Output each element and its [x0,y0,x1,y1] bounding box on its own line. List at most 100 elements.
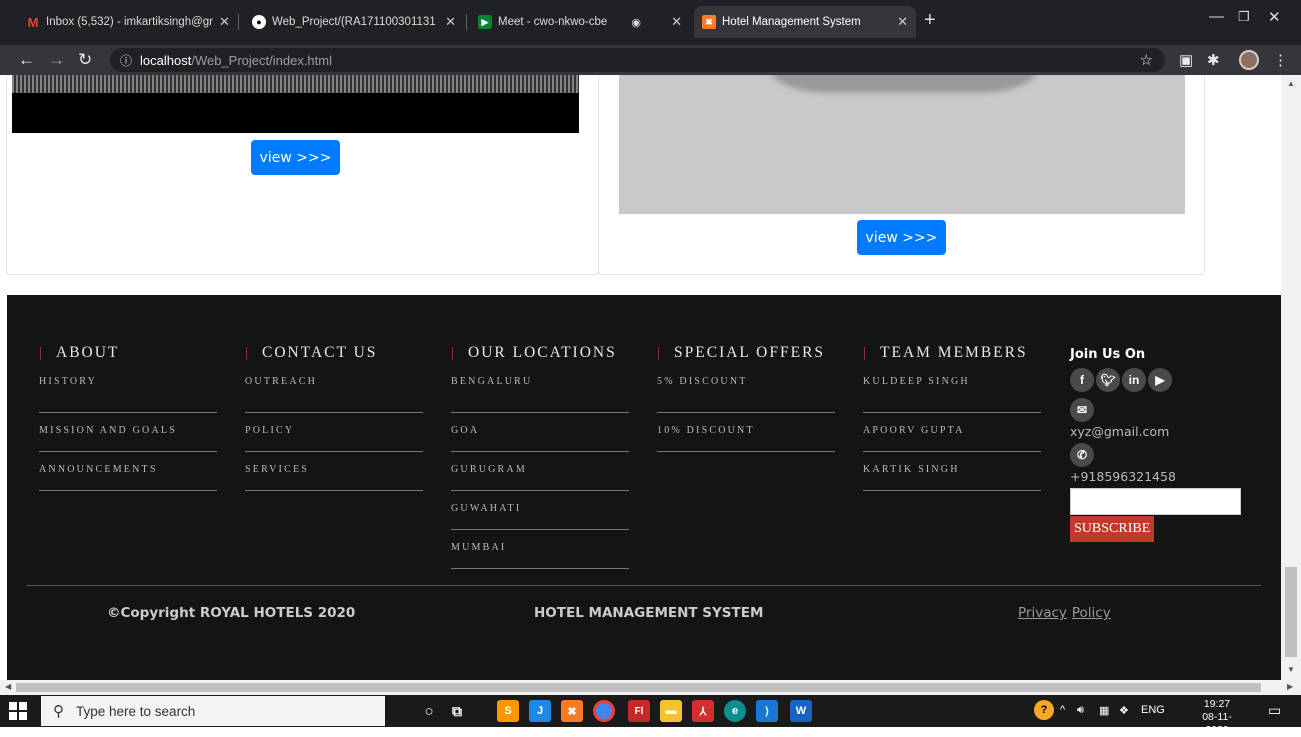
footer-divider [26,585,1261,586]
scroll-right-icon[interactable]: ▶ [1287,682,1293,691]
envelope-icon[interactable]: ✉ [1070,398,1094,422]
meet-icon: ▶ [478,15,492,29]
word-icon[interactable]: W [790,700,812,722]
bookmark-star-icon[interactable]: ☆ [1140,51,1153,69]
footer-column-about: | ABOUT HISTORY MISSION AND GOALS ANNOUNC… [39,343,217,491]
vscode-icon[interactable]: ⟩ [756,700,778,722]
close-tab-icon[interactable]: ✕ [213,14,230,30]
tab-gmail[interactable]: M Inbox (5,532) - imkartiksingh@gr ✕ [18,10,236,34]
horizontal-scroll-thumb[interactable] [16,683,1261,692]
minimize-icon[interactable]: — [1209,8,1224,25]
extension-icon[interactable]: ▣ [1179,51,1193,69]
view-button-left[interactable]: view >>> [251,140,340,175]
sublime-text-icon[interactable]: S [497,700,519,722]
puzzle-extensions-icon[interactable]: ✱ [1207,51,1220,69]
footer-link-mission[interactable]: MISSION AND GOALS [39,413,217,452]
join-title: Join Us On [1070,347,1146,362]
profile-avatar[interactable] [1239,50,1259,70]
menu-kebab-icon[interactable]: ⋮ [1273,51,1288,69]
language-indicator[interactable]: ENG [1141,704,1165,716]
flash-icon[interactable]: Fl [628,700,650,722]
close-tab-icon[interactable]: ✕ [439,14,456,30]
tab-title: Meet - cwo-nkwo-cbe [498,16,608,28]
scroll-up-icon[interactable]: ▲ [1287,79,1295,88]
volume-icon[interactable]: 🔊︎ [1077,704,1084,717]
restore-icon[interactable]: ❐ [1238,9,1250,25]
address-bar[interactable]: ⓘ localhost/Web_Project/index.html ☆ [110,48,1165,72]
vertical-scrollbar[interactable]: ▲ ▼ [1281,75,1301,680]
close-tab-icon[interactable]: ✕ [671,14,682,30]
tab-meet[interactable]: ▶ Meet - cwo-nkwo-cbe ◉ ✕ [470,10,690,34]
subscribe-email-input[interactable] [1070,488,1241,515]
cortana-icon[interactable]: ○ [418,700,440,722]
scroll-left-icon[interactable]: ◀ [5,682,11,691]
horizontal-scrollbar[interactable]: ◀ ▶ [0,680,1301,695]
show-hidden-icons-icon[interactable]: ^ [1060,704,1065,716]
footer-link-kuldeep[interactable]: KULDEEP SINGH [863,374,1041,413]
tab-title: Inbox (5,532) - imkartiksingh@gr [46,16,213,28]
footer-link-announcements[interactable]: ANNOUNCEMENTS [39,452,217,491]
network-icon[interactable]: ▦ [1099,704,1109,717]
chrome-icon[interactable] [593,700,615,722]
tab-github[interactable]: ● Web_Project/(RA171100301131 ✕ [244,10,464,34]
footer-link-guwahati[interactable]: GUWAHATI [451,491,629,530]
acrobat-icon[interactable]: ⅄ [692,700,714,722]
footer-link-history[interactable]: HISTORY [39,374,217,413]
windows-taskbar: ⚲ Type here to search ○ ⧉ S J ✖ Fl ▬ ⅄ e… [0,695,1301,736]
footer-column-offers: | SPECIAL OFFERS 5% DISCOUNT 10% DISCOUNT [657,343,835,452]
edge-icon[interactable]: e [724,700,746,722]
gmail-icon: M [27,14,39,30]
column-heading: OUR LOCATIONS [468,344,617,361]
github-icon: ● [252,15,266,29]
footer-link-apoorv[interactable]: APOORV GUPTA [863,413,1041,452]
clock-time: 19:27 [1203,698,1231,710]
new-tab-icon[interactable]: + [924,9,936,32]
footer-link-kartik[interactable]: KARTIK SINGH [863,452,1041,491]
windows-start-icon[interactable] [8,701,28,721]
help-icon[interactable]: ? [1034,700,1054,720]
youtube-icon[interactable]: ▶ [1148,368,1172,392]
system-clock[interactable]: 19:27 08-11-2020 [1193,698,1241,737]
subscribe-button[interactable]: SUBSCRIBE [1070,516,1155,542]
file-explorer-icon[interactable]: ▬ [660,700,682,722]
xampp-taskbar-icon[interactable]: ✖ [561,700,583,722]
info-icon[interactable]: ⓘ [120,52,132,69]
scroll-down-icon[interactable]: ▼ [1287,665,1295,674]
clock-date: 08-11-2020 [1202,711,1232,736]
forward-arrow-icon[interactable]: → [48,50,65,70]
column-heading: TEAM MEMBERS [880,344,1028,361]
footer-link-gurugram[interactable]: GURUGRAM [451,452,629,491]
window-close-icon[interactable]: ✕ [1268,8,1281,26]
system-name-text: HOTEL MANAGEMENT SYSTEM [534,605,764,621]
facebook-icon[interactable]: f [1070,368,1094,392]
footer-link-goa[interactable]: GOA [451,413,629,452]
footer-link-10-discount[interactable]: 10% DISCOUNT [657,413,835,452]
footer-link-policy[interactable]: POLICY [245,413,423,452]
linkedin-icon[interactable]: in [1122,368,1146,392]
taskbar-search-box[interactable]: ⚲ Type here to search [41,696,385,726]
footer-link-outreach[interactable]: OUTREACH [245,374,423,413]
phone-icon[interactable]: ✆ [1070,443,1094,467]
twitter-icon[interactable]: 🐦︎ [1096,368,1120,392]
footer-column-contact: | CONTACT US OUTREACH POLICY SERVICES [245,343,423,491]
close-tab-icon[interactable]: ✕ [891,14,908,30]
privacy-policy-link[interactable]: Privacy Policy [1018,605,1116,621]
task-view-icon[interactable]: ⧉ [446,700,468,722]
copyright-text: ©Copyright ROYAL HOTELS 2020 [107,605,356,621]
footer-link-5-discount[interactable]: 5% DISCOUNT [657,374,835,413]
view-button-right[interactable]: view >>> [857,220,946,255]
tab-hotel-management[interactable]: ✖ Hotel Management System ✕ [694,6,916,38]
search-icon: ⚲ [53,703,64,720]
footer-link-bengaluru[interactable]: BENGALURU [451,374,629,413]
tab-title: Hotel Management System [722,16,861,28]
vertical-scroll-thumb[interactable] [1285,567,1297,657]
bluej-icon[interactable]: J [529,700,551,722]
dropbox-icon[interactable]: ❖ [1119,704,1129,717]
room-image-left [12,75,579,133]
reload-icon[interactable]: ↻ [78,50,92,70]
contact-phone: +918596321458 [1070,469,1176,484]
notifications-icon[interactable]: ▭ [1268,702,1281,719]
footer-link-mumbai[interactable]: MUMBAI [451,530,629,569]
footer-link-services[interactable]: SERVICES [245,452,423,491]
back-arrow-icon[interactable]: ← [18,50,35,70]
